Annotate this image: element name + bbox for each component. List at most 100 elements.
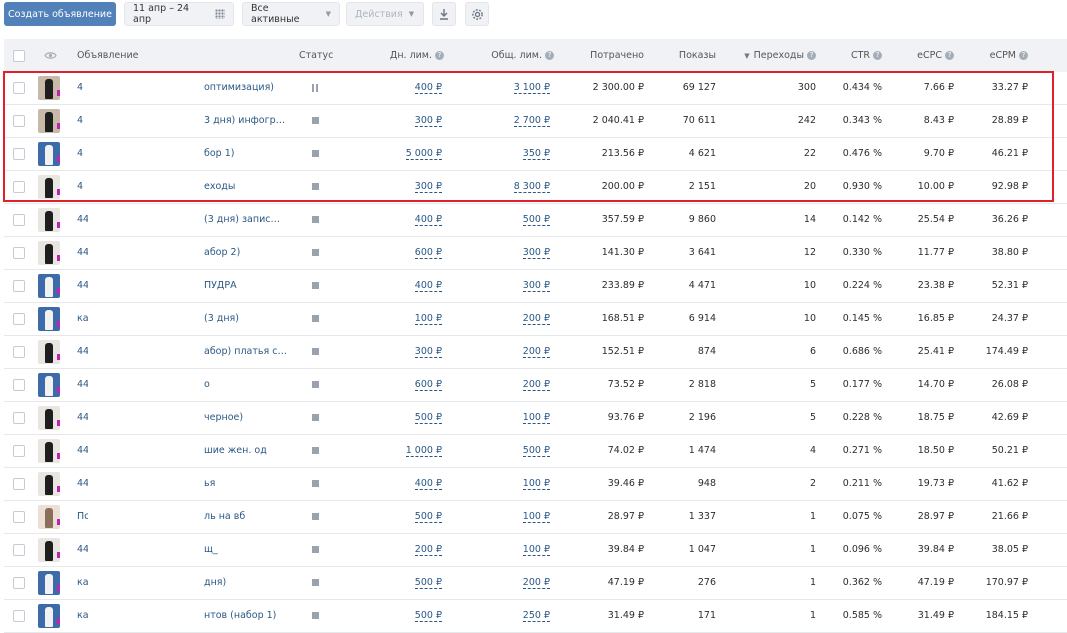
col-clicks[interactable]: ▼ Переходы? (734, 39, 816, 72)
table-row[interactable]: ка нтов (набор 1) 500 ₽ 250 ₽ 31.49 ₽ 17… (4, 600, 1067, 633)
row-checkbox[interactable] (13, 346, 25, 358)
daily-limit-link[interactable]: 400 ₽ (414, 214, 442, 226)
table-row[interactable]: 44 щ_ 200 ₽ 100 ₽ 39.84 ₽ 1 047 1 0.096 … (4, 534, 1067, 567)
ad-name-tail[interactable]: (3 дня) (204, 303, 289, 335)
row-checkbox[interactable] (13, 280, 25, 292)
ad-name-link[interactable]: ка (77, 600, 89, 632)
table-row[interactable]: 4 3 дня) инфогр… 300 ₽ 2 700 ₽ 2 040.41 … (4, 105, 1067, 138)
ad-thumbnail[interactable] (38, 604, 60, 628)
total-limit-link[interactable]: 300 ₽ (522, 280, 550, 292)
status-icon[interactable] (312, 579, 319, 586)
table-row[interactable]: 44 ья 400 ₽ 100 ₽ 39.46 ₽ 948 2 0.211 % … (4, 468, 1067, 501)
total-limit-link[interactable]: 200 ₽ (522, 379, 550, 391)
col-total-limit[interactable]: Общ. лим.? (474, 39, 554, 72)
select-all-checkbox[interactable] (13, 50, 25, 62)
col-ecpm[interactable]: eCPM? (964, 39, 1028, 72)
row-checkbox[interactable] (13, 181, 25, 193)
row-checkbox[interactable] (13, 478, 25, 490)
ad-name-tail[interactable]: о (204, 369, 289, 401)
status-icon[interactable] (312, 249, 319, 256)
total-limit-link[interactable]: 500 ₽ (522, 445, 550, 457)
daily-limit-link[interactable]: 400 ₽ (414, 280, 442, 292)
row-checkbox[interactable] (13, 214, 25, 226)
total-limit-link[interactable]: 350 ₽ (522, 148, 550, 160)
row-checkbox[interactable] (13, 247, 25, 259)
status-filter-select[interactable]: Все активные ▼ (242, 2, 340, 26)
ad-thumbnail[interactable] (38, 109, 60, 133)
table-row[interactable]: 44 ПУДРА 400 ₽ 300 ₽ 233.89 ₽ 4 471 10 0… (4, 270, 1067, 303)
ad-name-tail[interactable]: ПУДРА (204, 270, 289, 302)
ad-thumbnail[interactable] (38, 373, 60, 397)
table-row[interactable]: 4 еходы 300 ₽ 8 300 ₽ 200.00 ₽ 2 151 20 … (4, 171, 1067, 204)
ad-thumbnail[interactable] (38, 505, 60, 529)
date-range-picker[interactable]: 11 апр – 24 апр (124, 2, 234, 26)
total-limit-link[interactable]: 300 ₽ (522, 247, 550, 259)
status-icon[interactable] (312, 150, 319, 157)
ad-name-tail[interactable]: шие жен. од (204, 435, 289, 467)
ad-thumbnail[interactable] (38, 208, 60, 232)
status-icon[interactable] (312, 282, 319, 289)
total-limit-link[interactable]: 100 ₽ (522, 478, 550, 490)
daily-limit-link[interactable]: 400 ₽ (414, 82, 442, 94)
daily-limit-link[interactable]: 600 ₽ (414, 247, 442, 259)
ad-thumbnail[interactable] (38, 142, 60, 166)
ad-thumbnail[interactable] (38, 76, 60, 100)
status-icon[interactable] (312, 447, 319, 454)
help-icon[interactable]: ? (1019, 51, 1028, 60)
ad-thumbnail[interactable] (38, 340, 60, 364)
ad-thumbnail[interactable] (38, 538, 60, 562)
daily-limit-link[interactable]: 1 000 ₽ (405, 445, 442, 457)
daily-limit-link[interactable]: 600 ₽ (414, 379, 442, 391)
daily-limit-link[interactable]: 500 ₽ (414, 412, 442, 424)
help-icon[interactable]: ? (545, 51, 554, 60)
table-row[interactable]: 44 (3 дня) запис… 400 ₽ 500 ₽ 357.59 ₽ 9… (4, 204, 1067, 237)
daily-limit-link[interactable]: 200 ₽ (414, 544, 442, 556)
status-icon[interactable] (312, 348, 319, 355)
col-ecpc[interactable]: eCPC? (894, 39, 954, 72)
ad-name-tail[interactable]: абор 2) (204, 237, 289, 269)
eye-icon[interactable] (44, 51, 57, 60)
ad-thumbnail[interactable] (38, 439, 60, 463)
row-checkbox[interactable] (13, 412, 25, 424)
help-icon[interactable]: ? (435, 51, 444, 60)
row-checkbox[interactable] (13, 544, 25, 556)
table-row[interactable]: ка дня) 500 ₽ 200 ₽ 47.19 ₽ 276 1 0.362 … (4, 567, 1067, 600)
total-limit-link[interactable]: 2 700 ₽ (513, 115, 550, 127)
daily-limit-link[interactable]: 500 ₽ (414, 577, 442, 589)
daily-limit-link[interactable]: 500 ₽ (414, 610, 442, 622)
ad-name-link[interactable]: 4 (77, 72, 83, 104)
ad-name-tail[interactable]: нтов (набор 1) (204, 600, 289, 632)
ad-name-link[interactable]: ка (77, 303, 89, 335)
status-icon[interactable] (312, 183, 319, 190)
table-row[interactable]: 44 черное) 500 ₽ 100 ₽ 93.76 ₽ 2 196 5 0… (4, 402, 1067, 435)
ad-name-tail[interactable]: щ_ (204, 534, 289, 566)
ad-name-tail[interactable]: дня) (204, 567, 289, 599)
total-limit-link[interactable]: 8 300 ₽ (513, 181, 550, 193)
row-checkbox[interactable] (13, 610, 25, 622)
ad-name-link[interactable]: ка (77, 567, 89, 599)
ad-thumbnail[interactable] (38, 406, 60, 430)
col-ad[interactable]: Объявление (77, 39, 139, 72)
ad-name-tail[interactable]: (3 дня) запис… (204, 204, 289, 236)
ad-name-tail[interactable]: бор 1) (204, 138, 289, 170)
row-checkbox[interactable] (13, 577, 25, 589)
ad-thumbnail[interactable] (38, 472, 60, 496)
daily-limit-link[interactable]: 300 ₽ (414, 115, 442, 127)
status-icon[interactable] (312, 513, 319, 520)
row-checkbox[interactable] (13, 115, 25, 127)
daily-limit-link[interactable]: 300 ₽ (414, 346, 442, 358)
daily-limit-link[interactable]: 500 ₽ (414, 511, 442, 523)
total-limit-link[interactable]: 100 ₽ (522, 511, 550, 523)
status-icon[interactable] (312, 117, 319, 124)
total-limit-link[interactable]: 500 ₽ (522, 214, 550, 226)
row-checkbox[interactable] (13, 445, 25, 457)
status-icon[interactable] (312, 381, 319, 388)
ad-thumbnail[interactable] (38, 307, 60, 331)
table-row[interactable]: 4 оптимизация) 400 ₽ 3 100 ₽ 2 300.00 ₽ … (4, 72, 1067, 105)
ad-thumbnail[interactable] (38, 241, 60, 265)
help-icon[interactable]: ? (873, 51, 882, 60)
create-ad-button[interactable]: Создать объявление (4, 2, 116, 26)
ad-thumbnail[interactable] (38, 274, 60, 298)
status-icon[interactable] (312, 414, 319, 421)
total-limit-link[interactable]: 200 ₽ (522, 577, 550, 589)
